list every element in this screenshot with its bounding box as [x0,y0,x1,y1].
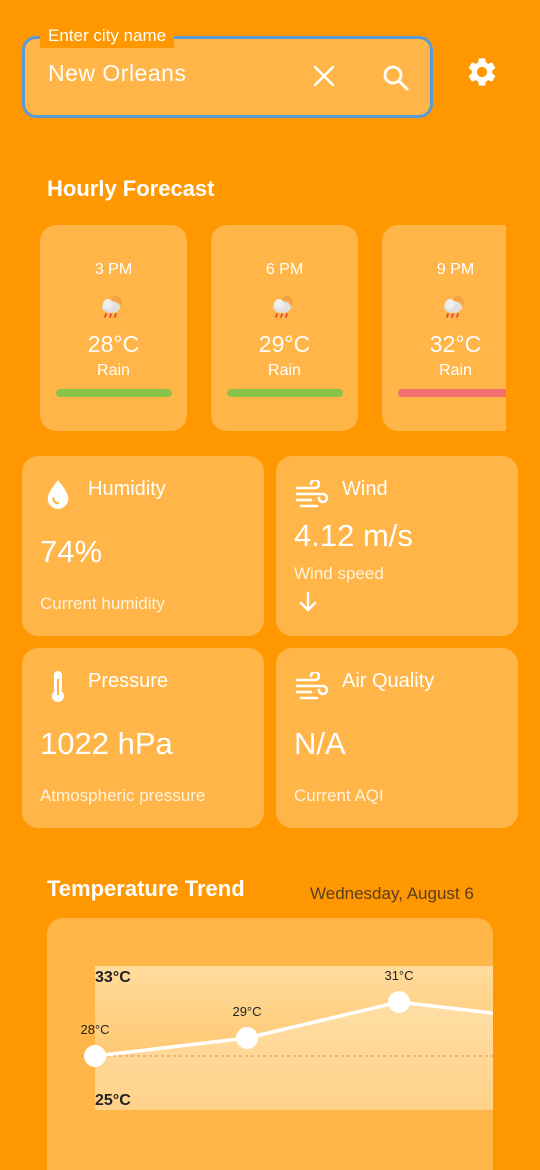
search-icon [383,65,409,91]
trend-chart-svg: 28°C 29°C 31°C 33°C 25°C [80,966,493,1110]
pressure-card[interactable]: Pressure 1022 hPa Atmospheric pressure [22,648,264,828]
trend-point-label: 31°C [384,968,413,983]
trend-point-label: 29°C [232,1004,261,1019]
wind-card[interactable]: Wind 4.12 m/s Wind speed [276,456,518,636]
hour-time: 6 PM [265,261,304,278]
trend-point [236,1027,258,1049]
temperature-level-bar [56,389,172,397]
humidity-title: Humidity [88,478,166,500]
gear-icon [468,58,496,86]
thermometer-icon [52,671,64,702]
wind-icon [295,672,329,700]
settings-button[interactable] [460,50,504,94]
humidity-value: 74% [40,534,103,569]
water-drop-icon [47,480,69,509]
hour-time: 9 PM [436,261,475,278]
hour-time: 3 PM [94,261,133,278]
city-search-label: Enter city name [40,24,175,48]
hour-temperature: 28°C [87,331,140,357]
hourly-card[interactable]: 9 PM 32°C Rain [382,225,506,431]
temperature-level-bar [398,389,506,397]
hourly-card[interactable]: 6 PM 29°C Rain [211,225,358,431]
air-quality-subtitle: Current AQI [294,786,384,805]
wind-icon [295,480,329,508]
pressure-title: Pressure [88,670,169,692]
hour-temperature: 32°C [429,331,482,357]
wind-title: Wind [342,478,388,500]
wind-value: 4.12 m/s [294,518,413,553]
city-search-input[interactable]: New Orleans [48,60,186,87]
min-temp-label: 25°C [95,1092,131,1109]
close-icon [313,65,335,87]
hour-condition: Rain [439,362,472,379]
wind-subtitle: Wind speed [294,564,384,583]
hourly-card[interactable]: 3 PM 28°C Rain [40,225,187,431]
rain-cloud-icon [102,296,122,318]
rain-cloud-icon [444,296,464,318]
hour-temperature: 29°C [258,331,311,357]
temperature-trend-title: Temperature Trend [47,876,245,901]
trend-point [388,991,410,1013]
trend-point [84,1045,106,1067]
hour-condition: Rain [97,362,130,379]
trend-point-label: 28°C [80,1022,109,1037]
temperature-trend-chart: 28°C 29°C 31°C 33°C 25°C [47,918,493,1170]
hourly-forecast-title: Hourly Forecast [47,176,215,201]
pressure-subtitle: Atmospheric pressure [40,786,206,805]
arrow-down-icon [299,591,317,612]
air-quality-title: Air Quality [342,670,435,692]
pressure-value: 1022 hPa [40,726,173,761]
rain-cloud-icon [273,296,293,318]
air-quality-value: N/A [294,726,346,761]
search-button[interactable] [376,58,416,98]
humidity-subtitle: Current humidity [40,594,165,613]
humidity-card[interactable]: Humidity 74% Current humidity [22,456,264,636]
temperature-level-bar [227,389,343,397]
trend-date: Wednesday, August 6 [310,884,474,903]
hourly-forecast-list[interactable]: 3 PM 28°C Rain 6 PM 29°C Rain 9 PM 32°C … [40,225,506,431]
max-temp-label: 33°C [95,969,131,986]
hour-condition: Rain [268,362,301,379]
clear-search-button[interactable] [306,58,342,94]
air-quality-card[interactable]: Air Quality N/A Current AQI [276,648,518,828]
